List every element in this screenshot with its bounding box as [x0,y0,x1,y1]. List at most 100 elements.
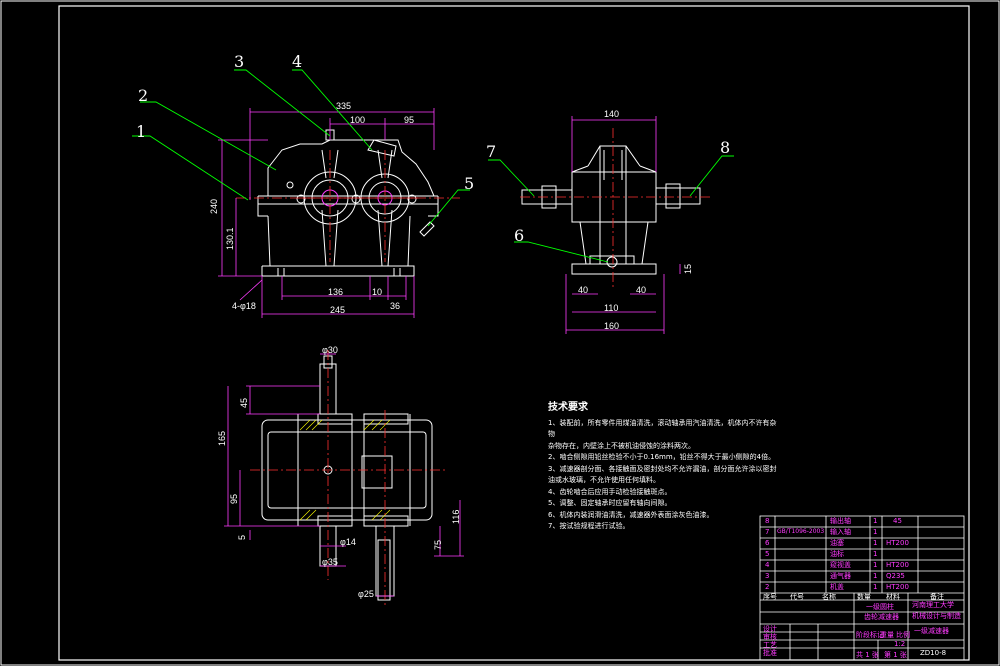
stage-label: 重量 [880,631,894,639]
school-name-2: 机械设计与制造 [912,612,961,620]
school-name-1: 河南理工大学 [912,601,954,609]
sheet-number: 第 1 张 [884,651,907,659]
dim-base-left: 136 [328,287,344,297]
parts-row-name: 输出轴 [830,517,851,525]
dim-plan-small: 5 [237,534,247,540]
part-label-6: 6 [514,226,525,245]
dim-side-outer-width: 160 [604,321,620,331]
parts-row-name: 机盖 [830,583,844,591]
dim-plan-right-len: 116 [451,509,461,524]
parts-row-qty: 1 [873,583,878,591]
header-col-qty: 数量 [857,593,871,601]
requirement-item: 油或水玻璃，不允许使用任何填料。 [548,476,660,484]
parts-row-qty: 1 [873,550,878,558]
part-label-7: 7 [486,142,497,161]
dim-right-offset: 95 [404,115,415,125]
parts-row-qty: 1 [873,572,878,580]
header-col-remark: 备注 [930,593,944,601]
part-label-5: 5 [464,174,475,193]
header-col-name: 名称 [822,593,836,601]
dim-plan-shaft-d1: φ14 [340,537,356,547]
parts-row-no: 5 [765,550,770,558]
row-label: 设计 [763,625,777,633]
side-dimension-lines [565,116,681,334]
plan-centerlines [250,350,445,605]
parts-row-name: 通气器 [830,572,851,580]
technical-requirements: 技术要求 1、装配前，所有零件用煤油清洗，滚动轴承用汽油清洗，机体内不许有杂 物… [548,402,788,533]
dim-base-mid: 10 [372,287,383,297]
dim-side-base-right: 40 [636,285,647,295]
parts-row-name: 油标 [830,550,844,558]
dim-base-width: 245 [330,305,346,315]
dim-plan-top-diameter: φ30 [322,345,338,355]
requirement-item: 5、调整、固定轴承时应留有轴向间隙。 [548,499,672,507]
dim-side-top-width: 140 [604,109,620,119]
dim-holes: 4-φ18 [232,301,256,311]
parts-row-qty: 1 [873,561,878,569]
parts-row-name: 窥视盖 [830,561,851,569]
drawing-title: 一级减速器 [914,627,949,635]
technical-requirements-title: 技术要求 [548,402,588,413]
product-name-2: 齿轮减速器 [864,613,899,621]
scale-value: 1:2 [894,640,906,648]
header-col-material: 材料 [886,593,900,601]
dim-side-base-left: 40 [578,285,589,295]
dim-base-right: 36 [390,301,401,311]
part-label-2: 2 [138,86,149,105]
parts-row-no: 2 [765,583,770,591]
dim-plan-offset: 95 [229,493,239,504]
dim-plan-right-len2: 75 [433,539,443,550]
parts-row-no: 8 [765,517,770,525]
parts-row-no: 3 [765,572,770,580]
drawing-number: ZD10-8 [920,649,947,657]
dim-overall-width: 335 [336,101,352,111]
header-col-no: 序号 [763,593,777,601]
parts-row-no: 7 [765,528,770,536]
parts-row-no: 6 [765,539,770,547]
parts-row-material: Q235 [886,572,905,580]
plan-view [261,355,433,601]
parts-row-std: GB/T1096-2003 [777,528,825,535]
side-view [521,145,701,275]
stage-label: 比例 [896,631,910,639]
requirement-item: 3、减速器剖分面、各接触面及密封处均不允许漏油，剖分面允许涂以密封 [548,464,777,473]
parts-row-qty: 1 [873,539,878,547]
parts-row-qty: 1 [873,528,878,536]
requirement-item: 2、啮合侧隙用铅丝检验不小于0.16mm，铅丝不得大于最小侧隙的4倍。 [548,453,776,461]
part-label-1: 1 [136,122,147,141]
dim-side-base-height: 15 [683,263,693,274]
sheet-count: 共 1 张 [856,651,879,659]
dim-plan-body-height: 165 [217,430,227,446]
part-label-8: 8 [720,138,731,157]
part-label-3: 3 [234,52,245,71]
parts-row-material: 45 [893,517,902,525]
dim-side-inner-width: 110 [604,303,619,313]
requirement-item: 物 [548,430,555,438]
parts-row-material: HT200 [886,561,909,569]
requirement-item: 1、装配前，所有零件用煤油清洗，滚动轴承用汽油清洗，机体内不许有杂 [548,418,777,427]
dim-plan-top-length: 45 [239,397,249,408]
dim-center-distance: 100 [350,115,366,125]
requirement-item: 杂物存在，内壁涂上不被机油侵蚀的涂料两次。 [548,441,695,450]
parts-row-qty: 1 [873,517,878,525]
parts-row-no: 4 [765,561,770,569]
requirement-item: 4、齿轮啮合后应用手动检验接触斑点。 [548,487,672,496]
part-label-4: 4 [292,52,303,71]
header-col-code: 代号 [790,593,804,601]
plan-dimension-lines [224,353,464,597]
dim-shaft-height: 130.1 [225,227,235,250]
requirement-item: 7、按试验规程进行试验。 [548,522,630,530]
product-name-1: 一级圆柱 [866,603,894,611]
parts-row-name: 输入轴 [830,528,851,536]
parts-row-name: 油塞 [830,539,844,547]
row-label: 工艺 [763,641,777,649]
row-label: 批准 [763,649,777,657]
parts-row-material: HT200 [886,583,909,591]
front-view [257,129,439,277]
dim-plan-shaft-d3: φ25 [358,589,374,599]
parts-row-material: HT200 [886,539,909,547]
dim-height: 240 [209,198,219,214]
dim-plan-shaft-d2: φ35 [322,557,338,567]
requirement-item: 6、机体内装润滑油清洗，减速器外表面涂灰色油漆。 [548,510,714,519]
row-label: 审核 [763,633,777,641]
